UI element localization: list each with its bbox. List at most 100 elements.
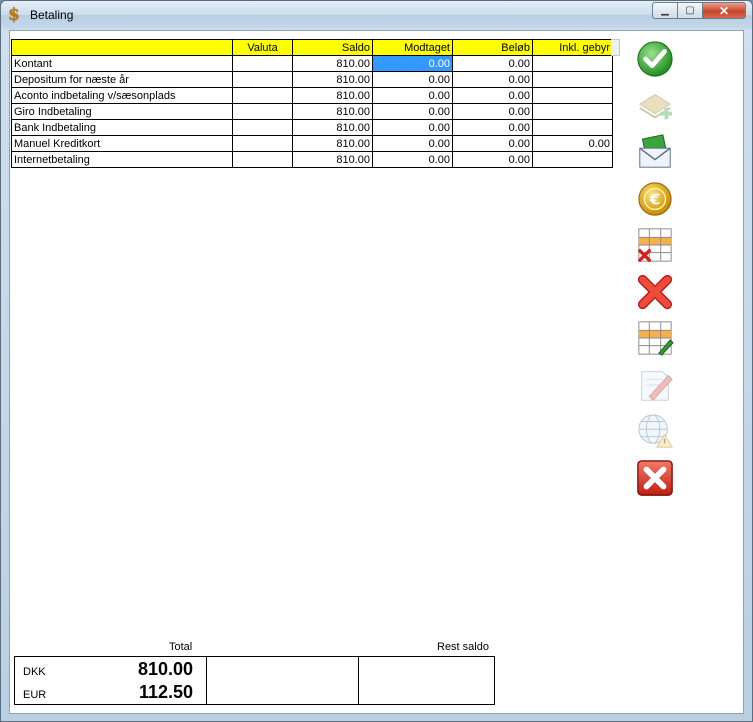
table-row[interactable]: Manuel Kreditkort 810.00 0.00 0.00 0.00 xyxy=(11,135,613,152)
cell-valuta[interactable] xyxy=(232,87,293,104)
cell-saldo[interactable]: 810.00 xyxy=(292,103,373,120)
table-row[interactable]: Bank Indbetaling 810.00 0.00 0.00 xyxy=(11,119,613,136)
header-modtaget[interactable]: Modtaget xyxy=(372,39,453,56)
svg-text:€: € xyxy=(649,190,661,208)
add-money-button[interactable] xyxy=(635,86,675,126)
table-row[interactable]: Giro Indbetaling 810.00 0.00 0.00 xyxy=(11,103,613,120)
cell-inkl-gebyr[interactable]: 0.00 xyxy=(532,135,613,152)
table-row[interactable]: Kontant 810.00 0.00 0.00 xyxy=(11,55,613,72)
middle-totals-cell xyxy=(207,657,359,704)
action-toolbar: € xyxy=(635,39,675,504)
cell-modtaget[interactable]: 0.00 xyxy=(372,135,453,152)
currency-code: EUR xyxy=(23,689,47,701)
close-red-icon xyxy=(637,459,673,496)
cell-inkl-gebyr[interactable] xyxy=(532,55,613,72)
cell-saldo[interactable]: 810.00 xyxy=(292,135,373,152)
maximize-button[interactable]: ▢ xyxy=(678,2,703,19)
currency-row-eur: EUR 112.50 xyxy=(23,681,193,703)
close-window-button[interactable]: ✕ xyxy=(703,2,746,19)
grid-scrollbar[interactable] xyxy=(611,39,620,56)
money-envelope-button[interactable] xyxy=(635,132,675,172)
cell-inkl-gebyr[interactable] xyxy=(532,119,613,136)
cell-belob[interactable]: 0.00 xyxy=(452,135,533,152)
cell-inkl-gebyr[interactable] xyxy=(532,103,613,120)
header-inkl-gebyr[interactable]: Inkl. gebyr xyxy=(532,39,613,56)
cell-inkl-gebyr[interactable] xyxy=(532,87,613,104)
cell-inkl-gebyr[interactable] xyxy=(532,151,613,168)
cell-valuta[interactable] xyxy=(232,135,293,152)
cell-valuta[interactable] xyxy=(232,119,293,136)
cell-method[interactable]: Giro Indbetaling xyxy=(11,103,233,120)
cell-method[interactable]: Manuel Kreditkort xyxy=(11,135,233,152)
add-money-icon xyxy=(638,93,673,119)
cell-belob[interactable]: 0.00 xyxy=(452,87,533,104)
edit-document-icon xyxy=(641,370,673,401)
payment-window: $ Betaling ▁ ▢ ✕ Valuta Saldo Modtaget B… xyxy=(0,0,753,722)
table-row[interactable]: Aconto indbetaling v/sæsonplads 810.00 0.0… xyxy=(11,87,613,104)
window-controls: ▁ ▢ ✕ xyxy=(652,2,746,20)
dollar-icon: $ xyxy=(8,5,20,25)
delete-button[interactable] xyxy=(635,272,675,312)
money-envelope-icon xyxy=(639,134,671,168)
delete-x-icon xyxy=(637,274,673,309)
cell-saldo[interactable]: 810.00 xyxy=(292,151,373,168)
cell-modtaget[interactable]: 0.00 xyxy=(372,71,453,88)
cell-belob[interactable]: 0.00 xyxy=(452,119,533,136)
cell-saldo[interactable]: 810.00 xyxy=(292,71,373,88)
euro-button[interactable]: € xyxy=(635,179,675,219)
header-belob[interactable]: Beløb xyxy=(452,39,533,56)
confirm-button[interactable] xyxy=(635,39,675,79)
table-row[interactable]: Internetbetaling 810.00 0.00 0.00 xyxy=(11,151,613,168)
cell-saldo[interactable]: 810.00 xyxy=(292,55,373,72)
minimize-icon: ▁ xyxy=(661,5,669,16)
currency-amount: 810.00 xyxy=(137,659,193,679)
rest-saldo-cell xyxy=(359,657,494,704)
totals-box: DKK 810.00 EUR 112.50 xyxy=(14,656,495,705)
payment-grid: Valuta Saldo Modtaget Beløb Inkl. gebyr … xyxy=(11,39,613,168)
currency-code: DKK xyxy=(23,666,46,678)
cell-method[interactable]: Aconto indbetaling v/sæsonplads xyxy=(11,87,233,104)
web-warning-icon xyxy=(638,414,673,448)
minimize-button[interactable]: ▁ xyxy=(652,2,678,19)
cell-method[interactable]: Kontant xyxy=(11,55,233,72)
total-amounts-cell: DKK 810.00 EUR 112.50 xyxy=(15,657,207,704)
client-area: Valuta Saldo Modtaget Beløb Inkl. gebyr … xyxy=(9,30,744,714)
table-row[interactable]: Depositum for næste år 810.00 0.00 0.00 xyxy=(11,71,613,88)
maximize-icon: ▢ xyxy=(685,5,695,16)
cell-belob[interactable]: 0.00 xyxy=(452,55,533,72)
cell-saldo[interactable]: 810.00 xyxy=(292,87,373,104)
cell-modtaget[interactable]: 0.00 xyxy=(372,151,453,168)
cell-modtaget[interactable]: 0.00 xyxy=(372,103,453,120)
cell-valuta[interactable] xyxy=(232,151,293,168)
edit-grid-icon xyxy=(638,321,674,356)
delete-grid-icon xyxy=(638,228,672,262)
cell-belob[interactable]: 0.00 xyxy=(452,103,533,120)
close-icon: ✕ xyxy=(718,3,730,18)
cell-valuta[interactable] xyxy=(232,71,293,88)
edit-row-button[interactable] xyxy=(635,318,675,358)
cell-belob[interactable]: 0.00 xyxy=(452,151,533,168)
web-warning-button[interactable] xyxy=(635,411,675,451)
cell-valuta[interactable] xyxy=(232,55,293,72)
delete-row-button[interactable] xyxy=(635,225,675,265)
header-saldo[interactable]: Saldo xyxy=(292,39,373,56)
total-label: Total xyxy=(169,641,193,653)
grid-header-row: Valuta Saldo Modtaget Beløb Inkl. gebyr xyxy=(11,39,613,56)
edit-document-button[interactable] xyxy=(635,365,675,405)
header-method[interactable] xyxy=(11,39,233,56)
cell-method[interactable]: Internetbetaling xyxy=(11,151,233,168)
cell-modtaget[interactable]: 0.00 xyxy=(372,119,453,136)
cell-belob[interactable]: 0.00 xyxy=(452,71,533,88)
window-title: Betaling xyxy=(30,8,74,22)
confirm-check-icon xyxy=(637,41,673,77)
cell-valuta[interactable] xyxy=(232,103,293,120)
title-bar[interactable]: $ Betaling ▁ ▢ ✕ xyxy=(1,1,752,29)
cell-modtaget[interactable]: 0.00 xyxy=(372,87,453,104)
close-dialog-button[interactable] xyxy=(635,458,675,498)
cell-inkl-gebyr[interactable] xyxy=(532,71,613,88)
header-valuta[interactable]: Valuta xyxy=(232,39,293,56)
cell-modtaget[interactable]: 0.00 xyxy=(372,55,453,72)
cell-method[interactable]: Bank Indbetaling xyxy=(11,119,233,136)
cell-saldo[interactable]: 810.00 xyxy=(292,119,373,136)
cell-method[interactable]: Depositum for næste år xyxy=(11,71,233,88)
